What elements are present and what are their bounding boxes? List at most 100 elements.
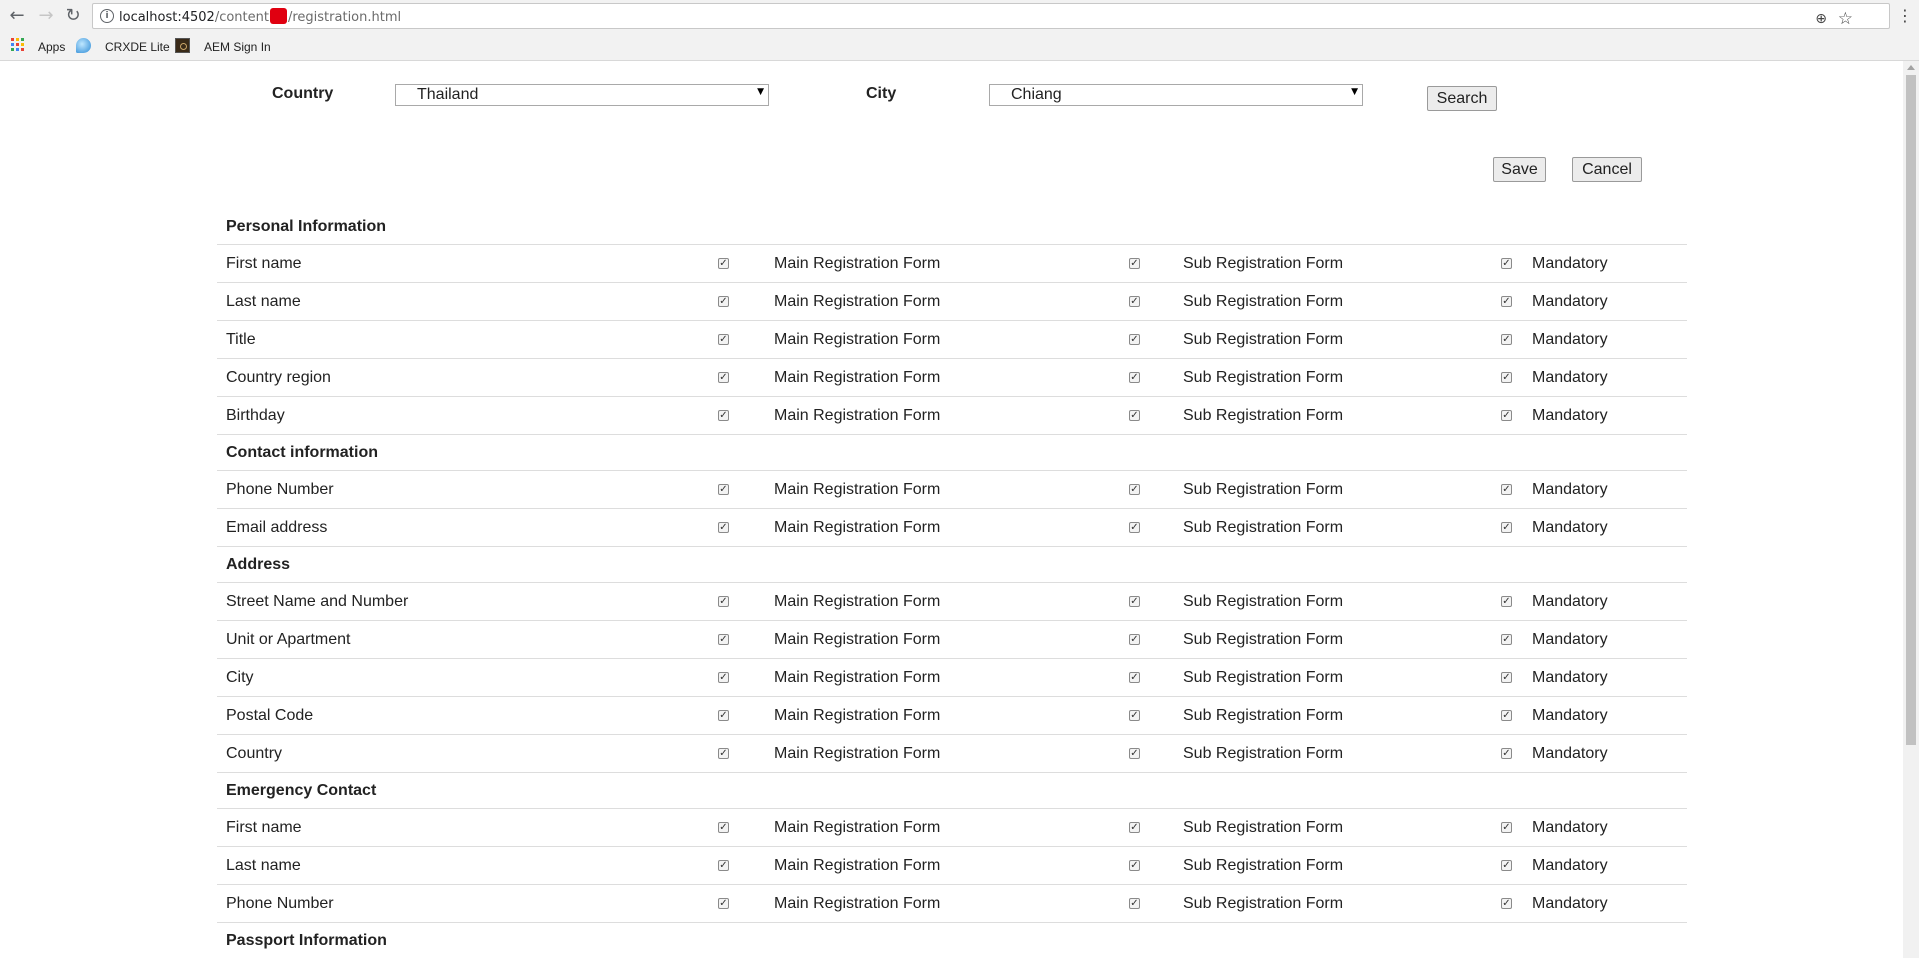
mandatory-label: Mandatory: [1532, 331, 1608, 348]
mandatory-checkbox[interactable]: ✓: [1501, 522, 1512, 533]
mandatory-checkbox[interactable]: ✓: [1501, 822, 1512, 833]
main-form-checkbox[interactable]: ✓: [718, 296, 729, 307]
sub-form-checkbox[interactable]: ✓: [1129, 710, 1140, 721]
main-form-label: Main Registration Form: [774, 819, 941, 836]
sub-form-label: Sub Registration Form: [1183, 407, 1344, 424]
mandatory-checkbox[interactable]: ✓: [1501, 296, 1512, 307]
field-label: Email address: [226, 519, 328, 536]
mandatory-checkbox[interactable]: ✓: [1501, 672, 1512, 683]
search-button[interactable]: Search: [1427, 86, 1497, 111]
cancel-button[interactable]: Cancel: [1572, 157, 1642, 182]
mandatory-checkbox[interactable]: ✓: [1501, 898, 1512, 909]
main-form-checkbox[interactable]: ✓: [718, 596, 729, 607]
mandatory-checkbox[interactable]: ✓: [1501, 258, 1512, 269]
country-select-value: Thailand: [417, 86, 479, 103]
menu-icon[interactable]: ⋮: [1897, 6, 1913, 25]
field-label: Country: [226, 745, 283, 762]
main-form-checkbox[interactable]: ✓: [718, 334, 729, 345]
field-label: Phone Number: [226, 895, 334, 912]
save-button[interactable]: Save: [1493, 157, 1546, 182]
mandatory-checkbox[interactable]: ✓: [1501, 710, 1512, 721]
main-form-checkbox[interactable]: ✓: [718, 372, 729, 383]
url-path-after: /registration.html: [287, 10, 402, 25]
main-form-checkbox[interactable]: ✓: [718, 258, 729, 269]
sub-form-checkbox[interactable]: ✓: [1129, 822, 1140, 833]
field-label: Phone Number: [226, 481, 334, 498]
mandatory-checkbox[interactable]: ✓: [1501, 372, 1512, 383]
main-form-checkbox[interactable]: ✓: [718, 860, 729, 871]
mandatory-label: Mandatory: [1532, 593, 1608, 610]
country-select[interactable]: Thailand ▼: [395, 84, 769, 106]
main-form-label: Main Registration Form: [774, 631, 941, 648]
scroll-up-arrow-icon[interactable]: [1907, 65, 1915, 70]
main-form-checkbox[interactable]: ✓: [718, 410, 729, 421]
address-bar[interactable]: i localhost:4502/content/registration.ht…: [92, 3, 1890, 29]
sub-form-checkbox[interactable]: ✓: [1129, 410, 1140, 421]
info-icon[interactable]: i: [100, 9, 114, 23]
table-row: Email address ✓ Main Registration Form ✓ Sub…: [217, 509, 1687, 547]
bookmark-apps[interactable]: Apps: [38, 40, 65, 54]
mandatory-label: Mandatory: [1532, 669, 1608, 686]
mandatory-checkbox[interactable]: ✓: [1501, 748, 1512, 759]
main-form-checkbox[interactable]: ✓: [718, 898, 729, 909]
bookmark-star-icon[interactable]: ☆: [1838, 9, 1853, 29]
bookmark-crxde-lite[interactable]: CRXDE Lite: [105, 40, 170, 54]
url-text[interactable]: localhost:4502/content/registration.html: [119, 8, 401, 25]
main-form-label: Main Registration Form: [774, 669, 941, 686]
mandatory-checkbox[interactable]: ✓: [1501, 596, 1512, 607]
mandatory-checkbox[interactable]: ✓: [1501, 634, 1512, 645]
main-form-checkbox[interactable]: ✓: [718, 672, 729, 683]
field-label: First name: [226, 255, 302, 272]
main-form-label: Main Registration Form: [774, 293, 941, 310]
sub-form-label: Sub Registration Form: [1183, 895, 1344, 912]
main-form-checkbox[interactable]: ✓: [718, 522, 729, 533]
sub-form-checkbox[interactable]: ✓: [1129, 296, 1140, 307]
sub-form-label: Sub Registration Form: [1183, 331, 1344, 348]
sub-form-checkbox[interactable]: ✓: [1129, 898, 1140, 909]
sub-form-checkbox[interactable]: ✓: [1129, 372, 1140, 383]
reload-icon[interactable]: ↻: [63, 6, 83, 26]
mandatory-checkbox[interactable]: ✓: [1501, 484, 1512, 495]
table-row: Street Name and Number ✓ Main Registration…: [217, 583, 1687, 621]
sub-form-checkbox[interactable]: ✓: [1129, 634, 1140, 645]
apps-grid-icon[interactable]: [11, 38, 24, 51]
main-form-checkbox[interactable]: ✓: [718, 748, 729, 759]
mandatory-checkbox[interactable]: ✓: [1501, 860, 1512, 871]
sub-form-checkbox[interactable]: ✓: [1129, 672, 1140, 683]
main-form-checkbox[interactable]: ✓: [718, 822, 729, 833]
table-row: Title ✓ Main Registration Form ✓ Sub Registr…: [217, 321, 1687, 359]
sub-form-checkbox[interactable]: ✓: [1129, 484, 1140, 495]
table-row: Country ✓ Main Registration Form ✓ Sub Regis…: [217, 735, 1687, 773]
main-form-checkbox[interactable]: ✓: [718, 710, 729, 721]
scroll-thumb[interactable]: [1906, 75, 1916, 745]
chevron-down-icon: ▼: [1351, 87, 1358, 97]
sub-form-checkbox[interactable]: ✓: [1129, 860, 1140, 871]
bookmark-aem-sign-in[interactable]: AEM Sign In: [204, 40, 271, 54]
sub-form-checkbox[interactable]: ✓: [1129, 596, 1140, 607]
main-form-checkbox[interactable]: ✓: [718, 634, 729, 645]
mandatory-label: Mandatory: [1532, 369, 1608, 386]
crxde-icon: [76, 38, 91, 53]
mandatory-label: Mandatory: [1532, 481, 1608, 498]
sub-form-checkbox[interactable]: ✓: [1129, 522, 1140, 533]
main-form-checkbox[interactable]: ✓: [718, 484, 729, 495]
sub-form-checkbox[interactable]: ✓: [1129, 334, 1140, 345]
main-form-label: Main Registration Form: [774, 593, 941, 610]
table-row: Phone Number ✓ Main Registration Form ✓ Sub …: [217, 885, 1687, 923]
city-select[interactable]: Chiang ▼: [989, 84, 1363, 106]
forward-icon[interactable]: →: [36, 6, 56, 26]
back-icon[interactable]: ←: [7, 6, 27, 26]
mandatory-checkbox[interactable]: ✓: [1501, 410, 1512, 421]
sub-form-checkbox[interactable]: ✓: [1129, 258, 1140, 269]
browser-toolbar: ← → ↻ i localhost:4502/content/registrat…: [0, 0, 1919, 33]
scrollbar[interactable]: [1903, 61, 1919, 958]
bookmarks-bar: [0, 33, 1919, 61]
sub-form-checkbox[interactable]: ✓: [1129, 748, 1140, 759]
mandatory-label: Mandatory: [1532, 857, 1608, 874]
field-label: Title: [226, 331, 256, 348]
country-label: Country: [272, 85, 334, 102]
mandatory-checkbox[interactable]: ✓: [1501, 334, 1512, 345]
sub-form-label: Sub Registration Form: [1183, 293, 1344, 310]
zoom-icon[interactable]: ⊕: [1815, 11, 1827, 27]
city-select-value: Chiang: [1011, 86, 1062, 103]
